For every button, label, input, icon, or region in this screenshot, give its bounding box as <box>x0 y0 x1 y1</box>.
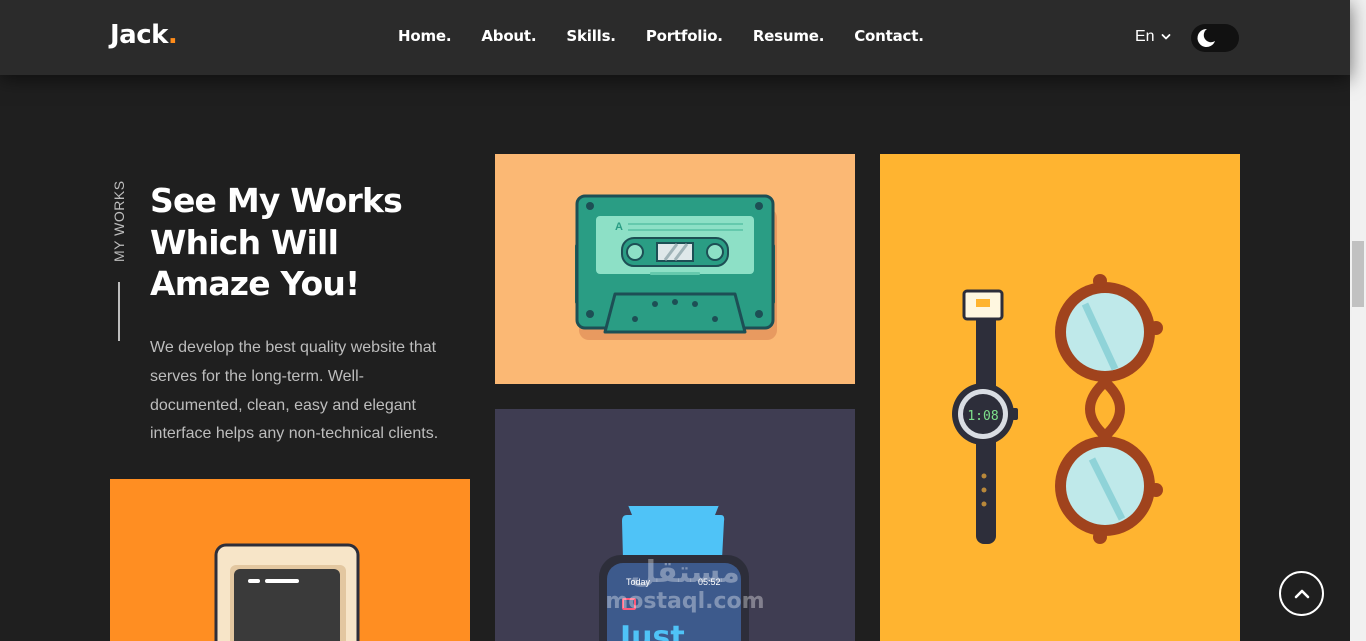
moon-icon <box>1197 28 1215 47</box>
phone-illustration <box>214 543 360 641</box>
section-description: We develop the best quality website that… <box>150 339 439 443</box>
portfolio-card-watch-glasses[interactable]: 1:08 <box>880 154 1240 641</box>
chevron-down-icon <box>1161 34 1170 40</box>
theme-toggle[interactable] <box>1191 24 1239 52</box>
portfolio-card-cassette[interactable]: A <box>495 154 855 384</box>
smartwatch-headline: Just <box>618 620 685 641</box>
logo[interactable]: Jack. <box>110 20 178 50</box>
language-selector[interactable]: En <box>1135 28 1171 46</box>
nav-about[interactable]: About. <box>481 27 536 45</box>
back-to-top-button[interactable] <box>1279 571 1324 616</box>
nav-resume[interactable]: Resume. <box>753 27 825 45</box>
cassette-side-label: A <box>615 221 623 233</box>
scrollbar-thumb[interactable] <box>1352 241 1364 307</box>
main-nav: Home. About. Skills. Portfolio. Resume. … <box>398 27 924 45</box>
nav-portfolio[interactable]: Portfolio. <box>646 27 723 45</box>
cassette-illustration: A <box>575 194 777 340</box>
nav-home[interactable]: Home. <box>398 27 452 45</box>
watch-time: 1:08 <box>967 409 998 424</box>
watermark-arabic: مستقل <box>630 555 740 590</box>
portfolio-card-phone[interactable] <box>110 479 470 641</box>
watch-glasses-illustration: 1:08 <box>952 274 1163 544</box>
nav-contact[interactable]: Contact. <box>854 27 924 45</box>
watermark: مستقل mostaql.com <box>600 556 770 614</box>
logo-dot: . <box>167 20 178 50</box>
logo-text: Jack <box>110 20 168 50</box>
watermark-english: mostaql.com <box>605 589 765 614</box>
section-divider <box>118 282 120 341</box>
section-label: MY WORKS <box>111 180 127 262</box>
section-heading: See My Works Which Will Amaze You! <box>150 181 403 303</box>
site-header: Jack. Home. About. Skills. Portfolio. Re… <box>0 0 1350 75</box>
language-label: En <box>1135 28 1155 45</box>
nav-skills[interactable]: Skills. <box>566 27 616 45</box>
page-scrollbar[interactable] <box>1350 0 1366 641</box>
chevron-up-icon <box>1294 589 1309 598</box>
